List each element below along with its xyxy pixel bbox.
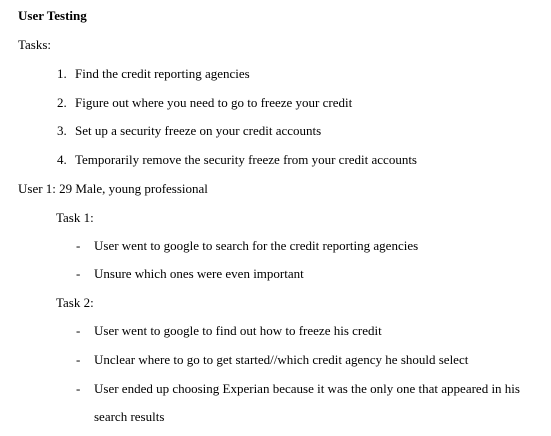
- bullet-item: User went to google to search for the cr…: [94, 238, 419, 253]
- task-number: 4.: [57, 152, 67, 167]
- task-label: Task 2:: [56, 295, 94, 310]
- task-number: 1.: [57, 66, 67, 81]
- task-number: 3.: [57, 123, 67, 138]
- document-page: User Testing Tasks: 1. Find the credit r…: [0, 0, 551, 436]
- task-item: Set up a security freeze on your credit …: [75, 123, 322, 138]
- task-item: Temporarily remove the security freeze f…: [75, 152, 417, 167]
- task-number: 2.: [57, 95, 67, 110]
- bullet-item: Unclear where to go to get started//whic…: [94, 352, 469, 367]
- bullet-marker: -: [76, 352, 81, 367]
- bullet-marker: -: [76, 323, 81, 338]
- task-label: Task 1:: [56, 210, 94, 225]
- task-item: Find the credit reporting agencies: [75, 66, 250, 81]
- user-heading: User 1: 29 Male, young professional: [18, 181, 208, 196]
- tasks-label: Tasks:: [18, 37, 52, 52]
- bullet-marker: -: [76, 381, 81, 396]
- bullet-marker: -: [76, 238, 81, 253]
- task-item: Figure out where you need to go to freez…: [75, 95, 353, 110]
- bullet-item: User ended up choosing Experian because …: [94, 381, 520, 396]
- bullet-item: User went to google to find out how to f…: [94, 323, 382, 338]
- bullet-item: Unsure which ones were even important: [94, 266, 304, 281]
- bullet-item-continuation: search results: [94, 409, 165, 424]
- document-title: User Testing: [18, 8, 87, 23]
- bullet-marker: -: [76, 266, 81, 281]
